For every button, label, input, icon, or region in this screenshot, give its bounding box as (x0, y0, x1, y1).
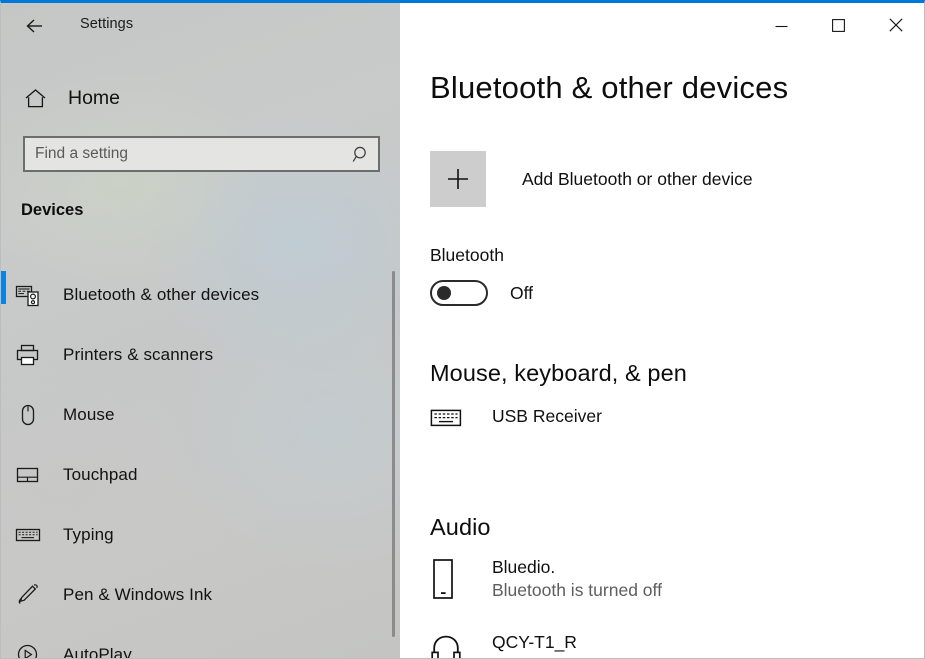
back-arrow-icon (25, 18, 47, 34)
sidebar-item-label: AutoPlay (63, 645, 132, 658)
close-button[interactable] (867, 6, 924, 49)
selection-indicator (1, 271, 6, 304)
search-icon[interactable] (344, 145, 378, 164)
sidebar-item-pen-windows-ink[interactable]: Pen & Windows Ink (1, 565, 391, 625)
device-name: QCY-T1_R (492, 632, 577, 652)
sidebar-item-bluetooth-other-devices[interactable]: Bluetooth & other devices (1, 265, 391, 325)
sidebar-item-label: Mouse (63, 405, 115, 424)
search-input[interactable] (25, 138, 344, 170)
sidebar-item-typing[interactable]: Typing (1, 505, 391, 565)
group-title-audio: Audio (430, 514, 491, 540)
add-device-label: Add Bluetooth or other device (522, 168, 753, 189)
sidebar: Settings Home Devices (1, 3, 400, 658)
device-item-bluedio[interactable]: Bluedio. Bluetooth is turned off (430, 556, 662, 602)
add-device-button[interactable]: Add Bluetooth or other device (430, 151, 753, 207)
device-name: Bluedio. (492, 557, 556, 577)
toggle-knob (437, 286, 451, 300)
autoplay-icon (15, 643, 63, 658)
bluetooth-toggle-state: Off (510, 282, 534, 303)
pen-icon (15, 583, 63, 607)
device-text: QCY-T1_R (492, 631, 577, 654)
title-bar: Settings (1, 3, 400, 49)
touchpad-icon (15, 463, 63, 487)
sidebar-item-touchpad[interactable]: Touchpad (1, 445, 391, 505)
page-title: Bluetooth & other devices (430, 70, 789, 105)
plus-icon (430, 151, 486, 207)
sidebar-item-home[interactable]: Home (1, 78, 371, 118)
sidebar-item-label: Touchpad (63, 465, 138, 484)
home-icon (11, 88, 59, 109)
keyboard-icon (430, 405, 476, 429)
sidebar-section-header: Devices (21, 201, 84, 219)
group-title-mouse-keyboard-pen: Mouse, keyboard, & pen (430, 360, 687, 386)
bluetooth-toggle-row: Off (430, 280, 533, 306)
phone-icon (430, 556, 476, 600)
close-icon (888, 18, 903, 37)
search-box[interactable] (23, 136, 380, 172)
sidebar-item-label: Bluetooth & other devices (63, 285, 260, 304)
device-text: Bluedio. Bluetooth is turned off (492, 556, 662, 602)
sidebar-item-autoplay[interactable]: AutoPlay (1, 625, 391, 658)
printer-icon (15, 343, 63, 367)
back-button[interactable] (15, 11, 57, 41)
settings-window: Settings Home Devices (0, 0, 925, 659)
sidebar-item-mouse[interactable]: Mouse (1, 385, 391, 445)
mouse-icon (15, 403, 63, 427)
bluetooth-section-label: Bluetooth (430, 245, 504, 265)
maximize-icon (832, 18, 845, 37)
maximize-button[interactable] (810, 6, 867, 49)
window-controls (753, 6, 924, 49)
bluetooth-toggle[interactable] (430, 280, 488, 306)
headphones-icon (430, 631, 476, 658)
device-item-usb-receiver[interactable]: USB Receiver (430, 405, 602, 429)
sidebar-home-label: Home (68, 86, 121, 109)
device-text: USB Receiver (492, 405, 602, 428)
minimize-button[interactable] (753, 6, 810, 49)
sidebar-nav-list: Bluetooth & other devices Printers & sca… (1, 265, 391, 658)
sidebar-item-label: Typing (63, 525, 114, 544)
keyboard-icon (15, 523, 63, 547)
minimize-icon (775, 19, 788, 37)
device-name: USB Receiver (492, 406, 602, 426)
sidebar-item-label: Printers & scanners (63, 345, 214, 364)
app-title: Settings (80, 16, 134, 32)
devices-icon (15, 283, 63, 307)
device-item-qcy-t1-r[interactable]: QCY-T1_R (430, 631, 577, 658)
sidebar-scrollbar[interactable] (392, 271, 395, 637)
sidebar-item-printers-scanners[interactable]: Printers & scanners (1, 325, 391, 385)
sidebar-item-label: Pen & Windows Ink (63, 585, 213, 604)
device-status: Bluetooth is turned off (492, 580, 662, 601)
main-content: Bluetooth & other devices Add Bluetooth … (401, 6, 924, 658)
